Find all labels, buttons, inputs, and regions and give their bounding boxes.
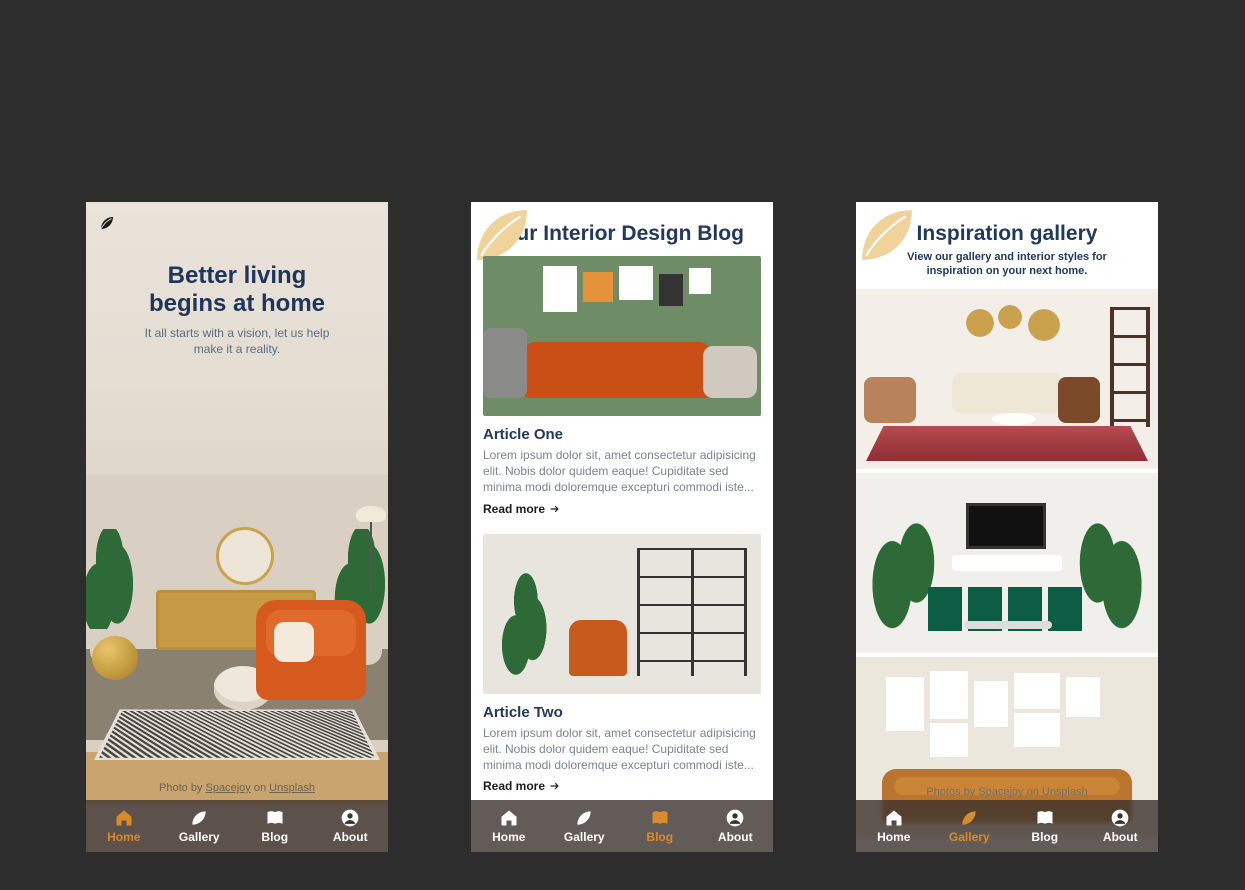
nav-blog[interactable]: Blog [622, 800, 698, 852]
nav-label: About [718, 830, 753, 844]
nav-label: About [1103, 830, 1138, 844]
home-subtitle: It all starts with a vision, let us help… [86, 325, 388, 357]
arrow-right-icon [549, 503, 561, 515]
nav-label: Home [877, 830, 910, 844]
credit-author-link[interactable]: Spacejoy [978, 786, 1023, 798]
nav-gallery[interactable]: Gallery [162, 800, 238, 852]
blog-article: Article One Lorem ipsum dolor sit, amet … [483, 256, 761, 518]
home-icon [884, 808, 904, 828]
gallery-photo-credit: Photos by Spacejoy on Unsplash [856, 786, 1158, 798]
home-icon [499, 808, 519, 828]
blog-article-list: Article One Lorem ipsum dolor sit, amet … [471, 256, 773, 811]
nav-home[interactable]: Home [856, 800, 932, 852]
nav-about[interactable]: About [1083, 800, 1159, 852]
credit-author-link[interactable]: Spacejoy [206, 782, 251, 794]
user-icon [340, 808, 360, 828]
bottom-nav: Home Gallery Blog About [856, 800, 1158, 852]
book-icon [650, 808, 670, 828]
read-more-link[interactable]: Read more [483, 779, 561, 793]
gallery-header: Inspiration gallery View our gallery and… [856, 202, 1158, 289]
nav-label: Blog [1031, 830, 1058, 844]
nav-label: Gallery [949, 830, 990, 844]
user-icon [1110, 808, 1130, 828]
article-excerpt: Lorem ipsum dolor sit, amet consectetur … [483, 447, 761, 496]
article-title: Article Two [483, 704, 761, 721]
screen-home: Better living begins at home It all star… [86, 202, 388, 852]
read-more-link[interactable]: Read more [483, 502, 561, 516]
nav-label: Blog [261, 830, 288, 844]
arrow-right-icon [549, 780, 561, 792]
nav-home[interactable]: Home [86, 800, 162, 852]
nav-blog[interactable]: Blog [237, 800, 313, 852]
book-icon [1035, 808, 1055, 828]
blog-article: Article Two Lorem ipsum dolor sit, amet … [483, 534, 761, 796]
header-leaf-icon [860, 208, 914, 262]
leaf-icon [959, 808, 979, 828]
leaf-icon [189, 808, 209, 828]
book-icon [265, 808, 285, 828]
nav-label: About [333, 830, 368, 844]
bottom-nav: Home Gallery Blog About [471, 800, 773, 852]
nav-home[interactable]: Home [471, 800, 547, 852]
bottom-nav: Home Gallery Blog About [86, 800, 388, 852]
gallery-image[interactable] [856, 473, 1158, 653]
nav-label: Home [492, 830, 525, 844]
logo-leaf-icon [98, 214, 116, 232]
gallery-image-list [856, 289, 1158, 841]
nav-blog[interactable]: Blog [1007, 800, 1083, 852]
gallery-image[interactable] [856, 289, 1158, 469]
screen-gallery: Inspiration gallery View our gallery and… [856, 202, 1158, 852]
nav-label: Gallery [564, 830, 605, 844]
nav-label: Blog [646, 830, 673, 844]
header-leaf-icon [475, 208, 529, 262]
nav-label: Home [107, 830, 140, 844]
nav-about[interactable]: About [698, 800, 774, 852]
article-image[interactable] [483, 534, 761, 694]
nav-label: Gallery [179, 830, 220, 844]
credit-site-link[interactable]: Unsplash [269, 782, 315, 794]
leaf-icon [574, 808, 594, 828]
screen-blog: Our Interior Design Blog Article One Lor… [471, 202, 773, 852]
article-excerpt: Lorem ipsum dolor sit, amet consectetur … [483, 725, 761, 774]
nav-gallery[interactable]: Gallery [932, 800, 1008, 852]
article-title: Article One [483, 426, 761, 443]
home-photo-credit: Photo by Spacejoy on Unsplash [86, 782, 388, 794]
nav-gallery[interactable]: Gallery [547, 800, 623, 852]
blog-header: Our Interior Design Blog [471, 202, 773, 256]
user-icon [725, 808, 745, 828]
credit-site-link[interactable]: Unsplash [1042, 786, 1088, 798]
article-image[interactable] [483, 256, 761, 416]
home-title: Better living begins at home [86, 262, 388, 317]
home-icon [114, 808, 134, 828]
nav-about[interactable]: About [313, 800, 389, 852]
